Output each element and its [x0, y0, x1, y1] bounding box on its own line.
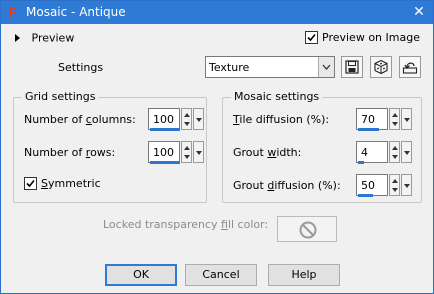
grout-width-dropdown[interactable] — [401, 141, 412, 163]
columns-slider-bar[interactable] — [150, 128, 180, 131]
expand-triangle-icon — [15, 34, 20, 42]
checkmark-icon — [307, 33, 316, 42]
tile-diffusion-value: 70 — [361, 113, 375, 126]
randomize-button[interactable] — [370, 56, 392, 78]
close-button[interactable]: ✕ — [405, 1, 433, 24]
grout-width-input[interactable]: 4 — [356, 141, 388, 164]
columns-dropdown[interactable] — [193, 108, 204, 130]
app-icon — [9, 7, 16, 18]
tile-diffusion-spin-arrows[interactable] — [389, 108, 400, 130]
grout-diffusion-slider-bar[interactable] — [358, 194, 373, 197]
locked-fill-label: Locked transparency fill color: — [103, 218, 269, 231]
settings-label: Settings — [58, 61, 104, 74]
grout-width-label: Grout width: — [233, 146, 302, 159]
window-title: Mosaic - Antique — [26, 5, 126, 19]
tile-diffusion-slider-bar[interactable] — [358, 128, 379, 131]
tile-diffusion-dropdown[interactable] — [401, 108, 412, 130]
randomize-icon — [374, 59, 388, 75]
rows-value: 100 — [153, 146, 174, 159]
tile-diffusion-label: Tile diffusion (%): — [233, 113, 330, 126]
no-color-icon — [299, 221, 317, 239]
reset-icon — [402, 62, 418, 74]
grout-diffusion-value: 50 — [361, 179, 375, 192]
rows-input[interactable]: 100 — [148, 141, 180, 164]
tile-diffusion-input[interactable]: 70 — [356, 108, 388, 131]
chevron-down-icon[interactable] — [318, 57, 334, 77]
columns-spin-arrows[interactable] — [181, 108, 192, 130]
rows-spin-arrows[interactable] — [181, 141, 192, 163]
grout-diffusion-dropdown[interactable] — [401, 174, 412, 196]
cancel-button[interactable]: Cancel — [185, 264, 257, 286]
grout-diffusion-input[interactable]: 50 — [356, 174, 388, 197]
grid-settings-title: Grid settings — [22, 90, 99, 103]
preview-on-image-checkbox[interactable] — [305, 31, 318, 44]
rows-slider-bar[interactable] — [150, 161, 180, 164]
preview-on-image-label: Preview on Image — [322, 31, 420, 44]
save-preset-icon — [345, 60, 359, 74]
grout-width-slider-bar[interactable] — [358, 161, 364, 164]
preset-dropdown[interactable]: Texture — [205, 56, 335, 78]
ok-button[interactable]: OK — [105, 264, 177, 286]
locked-fill-color-swatch[interactable] — [277, 216, 337, 242]
grout-diffusion-label: Grout diffusion (%): — [233, 179, 341, 192]
mosaic-dialog: Mosaic - Antique ✕ Preview Preview on Im… — [0, 0, 434, 294]
reset-button[interactable] — [399, 56, 421, 78]
rows-dropdown[interactable] — [193, 141, 204, 163]
rows-label: Number of rows: — [24, 146, 116, 159]
columns-label: Number of columns: — [24, 113, 136, 126]
help-button[interactable]: Help — [268, 264, 340, 286]
mosaic-settings-title: Mosaic settings — [231, 90, 323, 103]
columns-input[interactable]: 100 — [148, 108, 180, 131]
preview-toggle[interactable]: Preview — [15, 31, 74, 47]
title-bar[interactable]: Mosaic - Antique ✕ — [1, 1, 433, 24]
save-preset-button[interactable] — [341, 56, 363, 78]
checkmark-icon — [26, 179, 35, 188]
symmetric-checkbox[interactable] — [24, 177, 37, 190]
preset-value: Texture — [209, 61, 250, 74]
preview-label: Preview — [31, 31, 75, 45]
grout-diffusion-spin-arrows[interactable] — [389, 174, 400, 196]
columns-value: 100 — [153, 113, 174, 126]
grout-width-spin-arrows[interactable] — [389, 141, 400, 163]
grout-width-value: 4 — [361, 146, 368, 159]
symmetric-label: Symmetric — [41, 177, 101, 190]
